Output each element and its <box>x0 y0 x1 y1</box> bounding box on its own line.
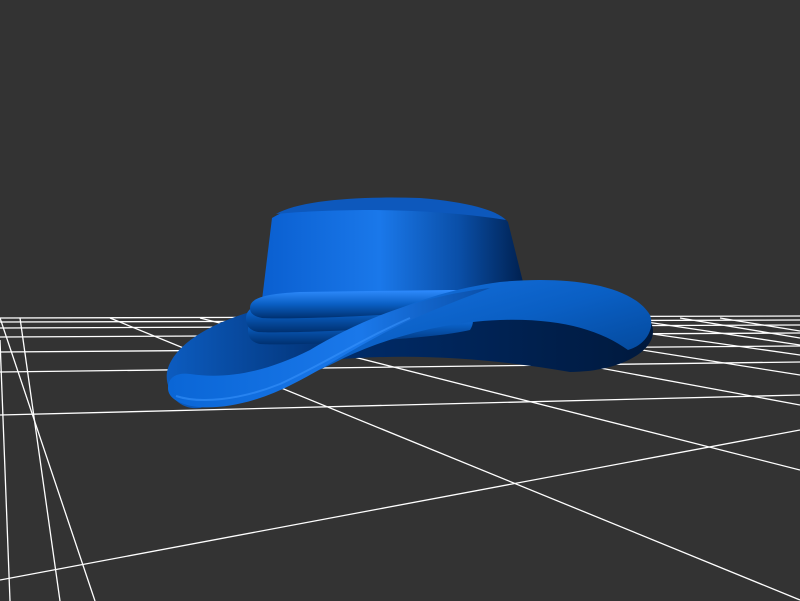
3d-viewport[interactable] <box>0 0 800 601</box>
ground-grid <box>0 315 800 601</box>
hat-model[interactable] <box>166 197 654 409</box>
3d-scene <box>0 197 800 601</box>
